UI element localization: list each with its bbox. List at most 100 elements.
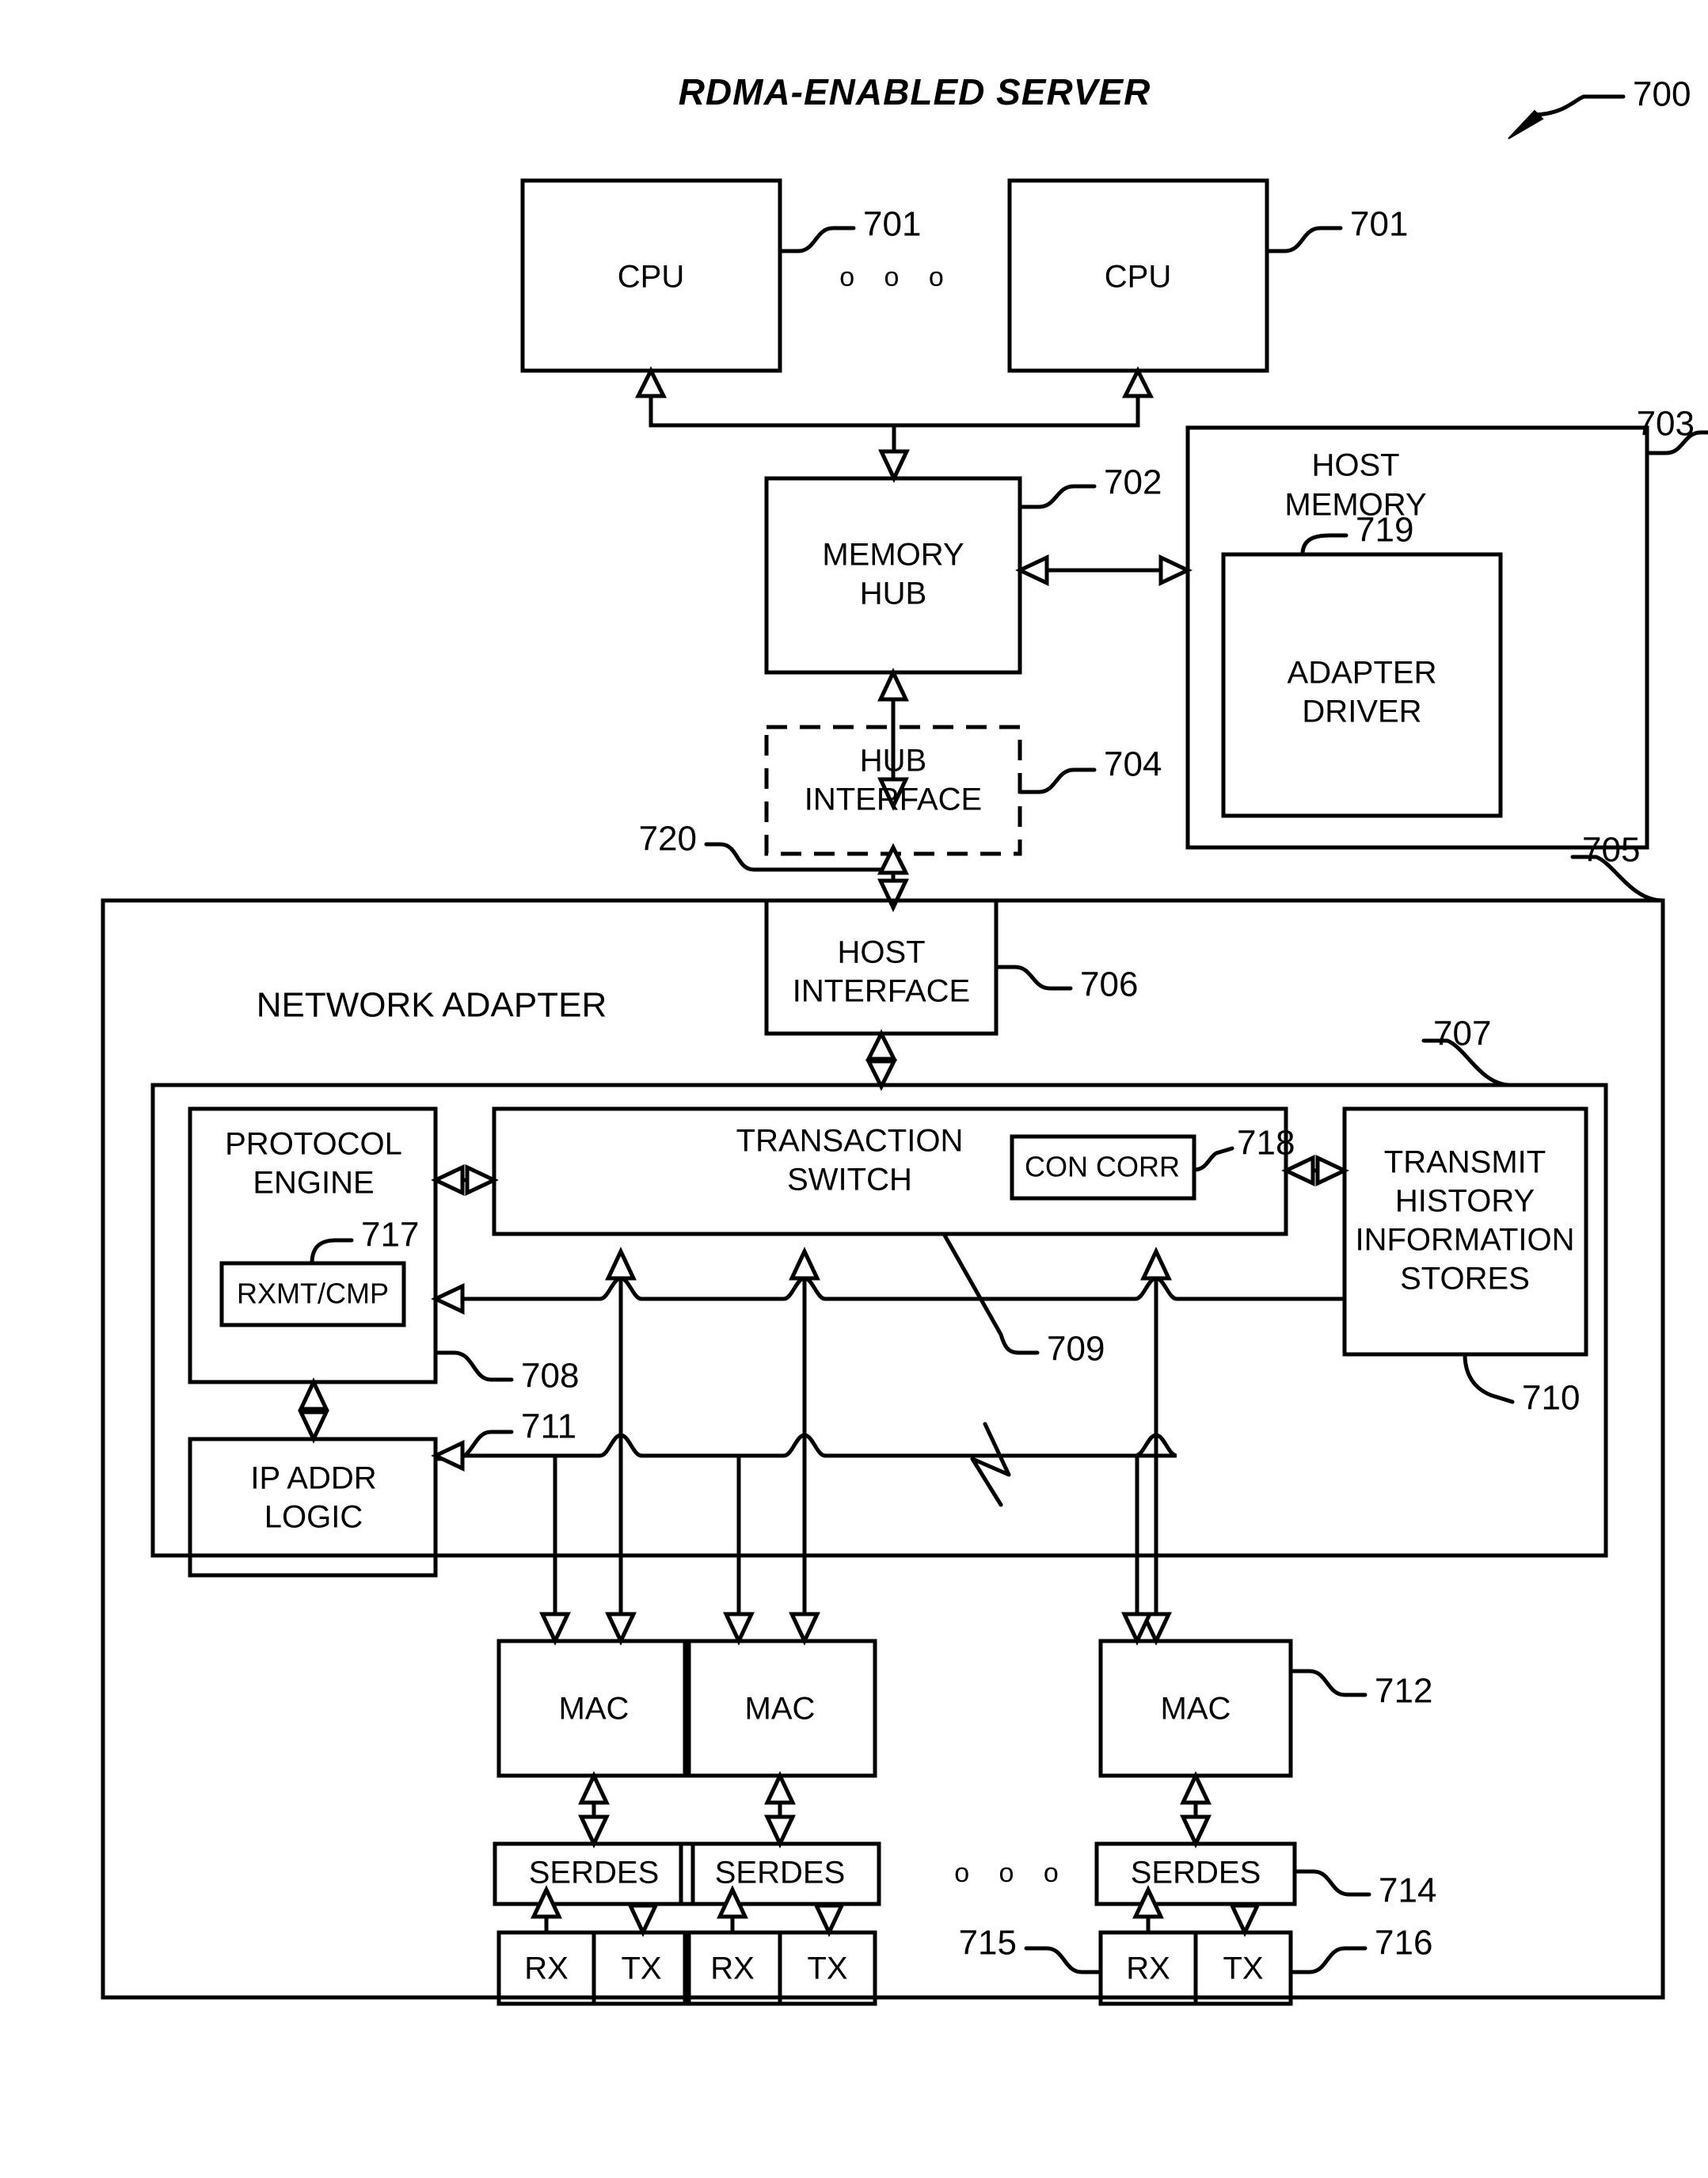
mac2-serdes2-arrow-down [764,1814,796,1849]
rxmt-cmp-label: RXMT/CMP [237,1277,389,1310]
break-symbol [970,1422,1011,1507]
host-interface-label-2: INTERFACE [793,974,970,1009]
figure-canvas: RDMA-ENABLED SERVER 700 CPU 701 o o o CP… [101,71,1708,2006]
memory-hub-label-2: HUB [860,577,926,611]
tx-3-ref-716: 716 [1375,1924,1432,1963]
rx-3-label: RX [1126,1951,1170,1986]
con-corr-label: CON CORR [1025,1151,1180,1183]
ts-this-arrow-right [1315,1155,1349,1186]
bus-cpu-horizontal [649,396,1140,428]
rx-3-ref-715: 715 [959,1924,1017,1963]
mac-3-ref-712: 712 [1375,1672,1432,1711]
transaction-switch-ref-709: 709 [1047,1330,1105,1369]
hub-memory-arrow-left [1015,554,1049,586]
rxmt-cmp-ref-leader [310,1238,354,1266]
hub-interface-label-1: HUB [860,744,926,779]
transmit-history-label-4: STORES [1400,1262,1530,1297]
vbus-1a-arrowhead [605,1247,637,1281]
vbus-1a-arrow-down [605,1612,637,1646]
protocol-engine-ref-708: 708 [521,1357,579,1396]
hostif-inner-arrow-down [865,1059,898,1091]
inner-module-ref-707: 707 [1433,1015,1491,1053]
cpu-left-label: CPU [618,260,684,295]
hub-link-ref-leader [704,842,896,872]
hub-interface-label-2: INTERFACE [805,782,982,817]
transmit-history-ref-leader [1463,1352,1515,1404]
memory-hub-label-1: MEMORY [822,538,964,573]
pe-ts-arrow-right [465,1164,499,1196]
hub-interface-ref-704: 704 [1104,745,1162,784]
rx-1-label: RX [524,1951,569,1986]
ip-addr-logic-label-2: LOGIC [264,1500,363,1535]
tx-3-label: TX [1223,1951,1263,1986]
tx-1-label: TX [621,1951,661,1986]
protocol-engine-label-2: ENGINE [253,1166,374,1201]
host-interface-ref-leader [994,965,1073,991]
transaction-switch-ref-leader [941,1232,1040,1355]
host-memory-label-1: HOST [1311,448,1399,483]
rx-3-ref-leader [1024,1946,1103,1974]
transaction-switch-label-1: TRANSACTION [736,1124,964,1159]
serdes2-tx2-arrowhead [813,1903,845,1937]
mac-3-ref-leader [1288,1669,1368,1697]
tx-3-ref-leader [1288,1946,1368,1974]
cpu-left-ref-701: 701 [863,205,921,244]
mac2-serdes2-arrow-up [764,1771,796,1805]
bus-hub-arrowhead [878,449,910,483]
pe-ip-arrow-down [298,1410,329,1444]
con-corr-ref-leader [1192,1146,1234,1172]
serdes-3-label: SERDES [1131,1856,1261,1891]
mac-3-label: MAC [1161,1692,1231,1727]
mac1-serdes1-arrow-up [578,1771,610,1805]
transmit-history-ref-710: 710 [1522,1379,1580,1418]
con-corr-ref-718: 718 [1237,1124,1295,1163]
vbus-3a-arrowhead [1140,1247,1172,1281]
figure-title: RDMA-ENABLED SERVER [679,71,1151,112]
mac1-serdes1-arrow-down [578,1814,610,1849]
serdes-3-ref-leader [1292,1869,1371,1897]
host-interface-ref-706: 706 [1080,965,1138,1004]
vbus-2a-arrow-down [789,1612,820,1646]
protocol-engine-label-1: PROTOCOL [225,1127,402,1162]
mac-1-label: MAC [559,1692,630,1727]
network-adapter-label: NETWORK ADAPTER [257,986,607,1025]
memory-hub-ref-leader [1018,484,1097,509]
serdes3-tx3-arrowhead [1229,1903,1261,1937]
vbus-2b-arrow-down [723,1612,755,1646]
memory-hub-ref-702: 702 [1104,463,1162,502]
transmit-history-label-2: HISTORY [1395,1184,1535,1219]
pe-ts-arrow-left [431,1164,465,1196]
host-memory-ref-703: 703 [1637,405,1695,444]
transaction-switch-label-2: SWITCH [787,1163,912,1198]
bus-b-arrowhead [431,1440,465,1472]
pe-ip-arrow-up [298,1377,329,1411]
network-adapter-ref-705: 705 [1582,831,1640,870]
host-interface-label-1: HOST [837,935,925,970]
memory-hub-box [764,476,1022,675]
adapter-driver-label-1: ADAPTER [1288,656,1437,691]
ip-addr-logic-ref-711: 711 [521,1407,576,1446]
tx-2-label: TX [807,1951,847,1986]
bus-cpu-right-arrowhead [1121,366,1155,398]
bus-a-arrowhead [431,1283,465,1315]
mac3-serdes3-arrow-down [1180,1814,1212,1849]
hubif-hostif-arrow-up [877,843,910,875]
transmit-history-label-1: TRANSMIT [1384,1145,1546,1180]
serdes-ellipsis: o o o [954,1858,1070,1888]
bus-cpu-left-arrowhead [634,366,668,398]
vbus-3b-arrow-down [1121,1612,1153,1646]
hubif-hostif-arrow-down [877,878,909,912]
figure-ref-leader [1530,94,1626,117]
hostif-inner-arrow-up [865,1029,898,1061]
hub-hubinterface-arrow-up [877,668,909,702]
cpu-right-ref-701: 701 [1350,205,1408,244]
adapter-driver-ref-leader [1300,533,1349,557]
hub-memory-arrow-right [1158,554,1193,586]
patent-figure-page: RDMA-ENABLED SERVER 700 CPU 701 o o o CP… [0,0,1708,2178]
hub-link-ref-720: 720 [639,820,697,859]
rxmt-cmp-ref-717: 717 [361,1216,419,1255]
protocol-engine-ref-leader [433,1350,514,1382]
mac3-serdes3-arrow-up [1180,1771,1212,1805]
figure-ref-700: 700 [1633,75,1691,114]
serdes1-tx1-arrowhead [627,1903,659,1937]
